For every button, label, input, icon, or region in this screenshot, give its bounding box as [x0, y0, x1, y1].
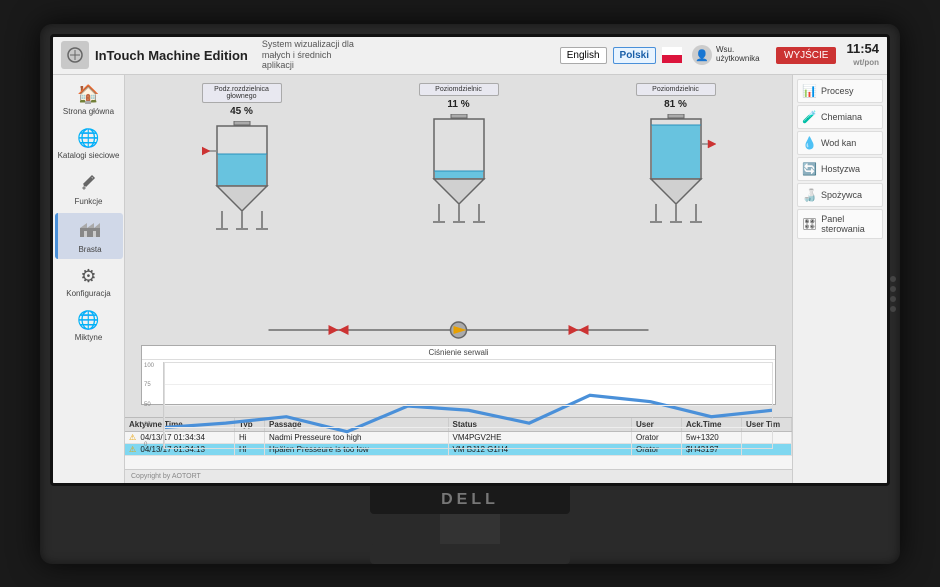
clock-time: 11:54 — [846, 41, 879, 58]
chart-area: Ciśnienie serwali 100 75 50 25 0 — [141, 345, 776, 405]
hostyzwa-icon: 🔄 — [802, 162, 817, 176]
chart-title: Ciśnienie serwali — [142, 346, 775, 360]
bezel-dot-3 — [890, 296, 896, 302]
sidebar-item-funkcje[interactable]: Funkcje — [55, 167, 123, 211]
tank-3-label: Poziomdzielnic — [636, 83, 716, 96]
sidebar-item-konfiguracja[interactable]: ⚙ Konfiguracja — [55, 261, 123, 303]
logout-button[interactable]: WYJŚCIE — [776, 47, 836, 64]
tank-3-percent: 81 % — [664, 99, 687, 110]
procesy-icon: 📊 — [802, 84, 817, 98]
wod-kan-icon: 💧 — [802, 136, 817, 150]
bezel-dot-4 — [890, 306, 896, 312]
alarm-2-warning-icon: ⚠ — [129, 445, 136, 454]
factory-icon — [79, 218, 101, 243]
sidebar-label-brasta: Brasta — [78, 245, 101, 254]
copyright-text: Copyright by AOTORT — [131, 473, 201, 480]
monitor-screen: InTouch Machine Edition System wizualiza… — [50, 34, 890, 486]
tank-3-container: Poziomdzielnic 81 % — [616, 83, 736, 224]
sidebar-label-funkcje: Funkcje — [74, 197, 102, 206]
sidebar-label-strona-glowna: Strona główna — [63, 107, 114, 116]
screen-body: 🏠 Strona główna 🌐 Katalogi sieciowe Funk… — [53, 75, 887, 483]
sidebar-label-katalogi-sieciowe: Katalogi sieciowe — [58, 151, 120, 160]
tank-1-label: Podz.rozdzielnica głownego — [202, 83, 282, 103]
globe-icon: 🌐 — [77, 310, 99, 331]
tanks-row: Podz.rozdzielnica głownego 45 % — [133, 83, 784, 319]
right-item-chemiana[interactable]: 🧪 Chemiana — [797, 105, 883, 129]
main-content: Podz.rozdzielnica głownego 45 % — [125, 75, 792, 483]
alarm-1-warning-icon: ⚠ — [129, 433, 136, 442]
sidebar-item-miktyne[interactable]: 🌐 Miktyne — [55, 305, 123, 347]
tank-2-label: Poziomdzielnic — [419, 83, 499, 96]
network-icon: 🌐 — [77, 128, 99, 149]
right-label-wod-kan: Wod kan — [821, 138, 856, 148]
right-label-procesy: Procesy — [821, 86, 854, 96]
right-item-panel-sterowania[interactable]: 🎛 Panel sterowania — [797, 209, 883, 239]
user-info: 👤 Wsu. użytkownika — [692, 45, 766, 65]
user-avatar-icon: 👤 — [692, 45, 712, 65]
monitor-brand-label: DELL — [370, 486, 570, 514]
screen-header: InTouch Machine Edition System wizualiza… — [53, 37, 887, 75]
chemiana-icon: 🧪 — [802, 110, 817, 124]
right-label-chemiana: Chemiana — [821, 112, 862, 122]
lang-pl-button[interactable]: Polski — [613, 47, 656, 64]
lang-en-button[interactable]: English — [560, 47, 607, 64]
right-item-wod-kan[interactable]: 💧 Wod kan — [797, 131, 883, 155]
tools-icon — [80, 172, 98, 195]
right-item-hostyzwa[interactable]: 🔄 Hostyzwa — [797, 157, 883, 181]
right-item-spozywca[interactable]: 🍶 Spożywca — [797, 183, 883, 207]
language-selector: English Polski — [560, 47, 682, 64]
sidebar-right: 📊 Procesy 🧪 Chemiana 💧 Wod kan 🔄 Hostyzw… — [792, 75, 887, 483]
right-label-hostyzwa: Hostyzwa — [821, 164, 860, 174]
right-label-panel-sterowania: Panel sterowania — [821, 214, 878, 234]
monitor-stand-base — [370, 544, 570, 564]
bezel-dot-1 — [890, 276, 896, 282]
user-label: Wsu. użytkownika — [716, 46, 766, 64]
monitor-bottom: DELL — [370, 486, 570, 564]
app-title: InTouch Machine Edition — [95, 48, 248, 63]
panel-sterowania-icon: 🎛 — [802, 217, 817, 231]
sidebar-label-konfiguracja: Konfiguracja — [66, 289, 110, 298]
flag-icon — [662, 47, 682, 63]
sidebar-item-katalogi-sieciowe[interactable]: 🌐 Katalogi sieciowe — [55, 123, 123, 165]
tank-1-percent: 45 % — [230, 106, 253, 117]
footer-bar: Copyright by AOTORT — [125, 469, 792, 483]
sidebar-label-miktyne: Miktyne — [75, 333, 103, 342]
right-label-spozywca: Spożywca — [821, 190, 862, 200]
tank-2-container: Poziomdzielnic 11 % — [399, 83, 519, 224]
sidebar-item-strona-glowna[interactable]: 🏠 Strona główna — [55, 79, 123, 121]
home-icon: 🏠 — [77, 84, 99, 105]
tank-2-percent: 11 % — [447, 99, 469, 110]
app-logo-icon — [61, 41, 89, 69]
tanks-area: Podz.rozdzielnica głownego 45 % — [125, 75, 792, 417]
tank-1-svg — [202, 121, 282, 231]
pipeline-row — [143, 319, 774, 341]
tank-3-svg — [636, 114, 716, 224]
tank-2-svg — [419, 114, 499, 224]
monitor-stand-neck — [440, 514, 500, 544]
tank-1-container: Podz.rozdzielnica głownego 45 % — [182, 83, 302, 231]
sidebar-item-brasta[interactable]: Brasta — [55, 213, 123, 259]
bezel-dot-2 — [890, 286, 896, 292]
pipeline-svg — [143, 319, 774, 341]
right-item-procesy[interactable]: 📊 Procesy — [797, 79, 883, 103]
spozywca-icon: 🍶 — [802, 188, 817, 202]
header-time: 11:54 wt/pon — [846, 41, 879, 68]
app-subtitle: System wizualizacji dla małych i średnic… — [262, 39, 362, 71]
clock-date: wt/pon — [846, 58, 879, 68]
sidebar-left: 🏠 Strona główna 🌐 Katalogi sieciowe Funk… — [53, 75, 125, 483]
gear-icon: ⚙ — [80, 266, 96, 287]
